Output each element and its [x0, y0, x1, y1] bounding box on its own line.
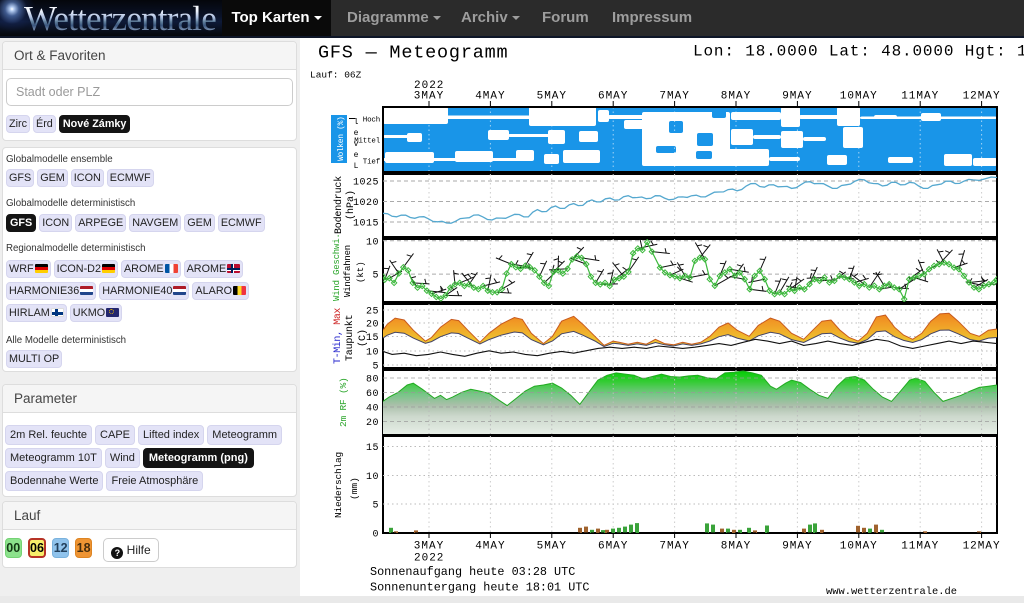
svg-text:Bodendruck: Bodendruck	[333, 176, 345, 234]
svg-text:9MAY: 9MAY	[782, 541, 812, 553]
svg-text:7MAY: 7MAY	[659, 91, 689, 103]
svg-text:3MAY: 3MAY	[414, 91, 444, 103]
svg-text:60: 60	[366, 389, 379, 400]
svg-text:(mm): (mm)	[349, 477, 360, 500]
svg-text:Niederschlag: Niederschlag	[333, 452, 344, 518]
svg-text:Lauf: 06Z: Lauf: 06Z	[310, 70, 362, 81]
svg-text:12MAY: 12MAY	[963, 91, 1001, 103]
svg-text:2022: 2022	[414, 553, 444, 565]
svg-text:Mittel: Mittel	[354, 138, 381, 146]
svg-text:l: l	[354, 118, 359, 127]
svg-text:20: 20	[366, 418, 379, 429]
svg-text:(C): (C)	[357, 329, 369, 347]
svg-text:5: 5	[372, 501, 379, 512]
svg-text:25: 25	[366, 307, 379, 318]
svg-text:e: e	[354, 151, 359, 160]
svg-text:(kt): (kt)	[356, 261, 366, 283]
svg-text:6MAY: 6MAY	[598, 541, 628, 553]
svg-text:5: 5	[372, 271, 379, 282]
svg-text:10MAY: 10MAY	[840, 541, 878, 553]
svg-text:Wolken (%): Wolken (%)	[337, 116, 346, 161]
svg-text:Lon: 18.0000 Lat: 48.0000 Hgt:: Lon: 18.0000 Lat: 48.0000 Hgt: 1	[693, 43, 1024, 61]
svg-text:Sonnenaufgang heute 03:28 UTC: Sonnenaufgang heute 03:28 UTC	[370, 565, 575, 579]
svg-text:T-Min, Max: T-Min, Max	[332, 308, 344, 364]
svg-text:11MAY: 11MAY	[901, 91, 939, 103]
svg-text:10: 10	[366, 238, 379, 249]
svg-text:20: 20	[366, 320, 379, 331]
svg-text:40: 40	[366, 404, 379, 415]
svg-text:8MAY: 8MAY	[721, 91, 751, 103]
svg-text:Taupunkt: Taupunkt	[344, 315, 356, 361]
svg-text:9MAY: 9MAY	[782, 91, 812, 103]
svg-text:4MAY: 4MAY	[475, 91, 505, 103]
svg-text:(hPa): (hPa)	[345, 190, 357, 220]
svg-text:11MAY: 11MAY	[901, 541, 939, 553]
svg-text:10: 10	[366, 472, 379, 483]
svg-text:Sonnenuntergang heute 18:01 UT: Sonnenuntergang heute 18:01 UTC	[370, 581, 589, 595]
svg-text:80: 80	[366, 375, 379, 386]
svg-text:2m RF (%): 2m RF (%)	[338, 377, 349, 427]
svg-text:15: 15	[366, 443, 379, 454]
svg-text:5: 5	[372, 362, 379, 373]
svg-text:Tief: Tief	[363, 159, 381, 167]
svg-text:6MAY: 6MAY	[598, 91, 628, 103]
svg-text:Windfahnen: Windfahnen	[343, 245, 353, 297]
svg-text:GFS — Meteogramm: GFS — Meteogramm	[318, 43, 508, 64]
svg-text:5MAY: 5MAY	[537, 541, 567, 553]
svg-text:L: L	[354, 162, 359, 171]
svg-text:Hoch: Hoch	[363, 117, 380, 125]
svg-text:7MAY: 7MAY	[659, 541, 689, 553]
svg-text:4MAY: 4MAY	[475, 541, 505, 553]
svg-text:10: 10	[366, 348, 379, 359]
svg-text:3MAY: 3MAY	[414, 541, 444, 553]
svg-text:8MAY: 8MAY	[721, 541, 751, 553]
svg-text:1025: 1025	[353, 178, 379, 189]
svg-text:10MAY: 10MAY	[840, 91, 878, 103]
svg-text:12MAY: 12MAY	[963, 541, 1001, 553]
svg-text:5MAY: 5MAY	[537, 91, 567, 103]
svg-text:0: 0	[372, 530, 379, 541]
svg-text:Wind Geschwi.: Wind Geschwi.	[332, 233, 342, 301]
